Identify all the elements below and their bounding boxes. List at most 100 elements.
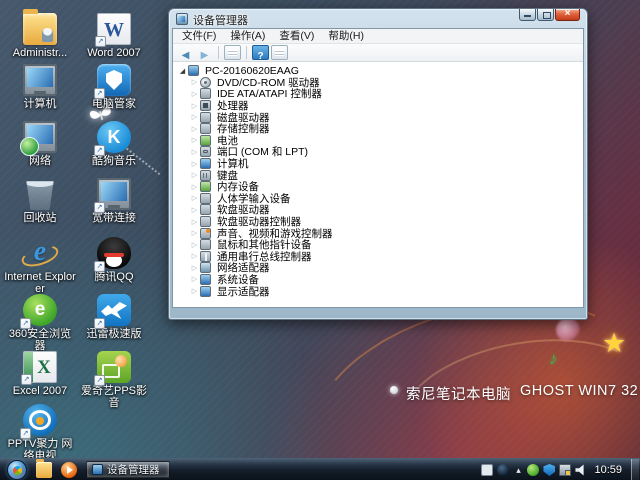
tree-item[interactable]: 显示适配器 — [177, 285, 583, 298]
desktop-icon-word-2007[interactable]: Word 2007 — [78, 13, 150, 59]
expander-icon[interactable] — [189, 171, 200, 179]
start-button[interactable] — [7, 460, 27, 480]
expander-open-icon[interactable] — [177, 67, 188, 75]
show-desktop-button[interactable] — [631, 459, 639, 480]
taskbar-tasks: 设备管理器 — [86, 461, 170, 478]
expander-icon[interactable] — [189, 136, 200, 144]
expander-icon[interactable] — [189, 194, 200, 202]
desktop-icon-kugou-music[interactable]: 酷狗音乐 — [78, 121, 150, 167]
clock[interactable]: 10:59 — [594, 464, 622, 476]
mouse-icon — [200, 239, 211, 251]
hidden-icons-icon[interactable] — [513, 464, 523, 476]
minimize-button[interactable] — [519, 9, 536, 21]
ime-icon[interactable] — [481, 464, 494, 476]
disk-drive-icon — [200, 111, 211, 123]
desktop-icon-recycle-bin[interactable]: 回收站 — [4, 178, 76, 224]
device-manager-window: 设备管理器 文件(F)操作(A)查看(V)帮助(H) PC-20160620EA… — [168, 8, 588, 320]
qq-tray-icon[interactable] — [497, 464, 510, 476]
properties-icon[interactable] — [271, 45, 288, 60]
close-button[interactable] — [555, 8, 580, 21]
recycle-bin-icon — [26, 181, 54, 210]
safe360-tray-icon[interactable] — [527, 464, 540, 476]
shortcut-arrow-icon — [95, 36, 106, 47]
back-icon[interactable] — [177, 45, 194, 60]
safe-browser-360-icon — [20, 294, 57, 329]
menu-bar: 文件(F) 操作(A) 查看(V) 帮助(H) — [173, 29, 583, 44]
shortcut-arrow-icon — [94, 261, 105, 272]
desktop-icon-pps-video[interactable]: 爱奇艺PPS影音 — [78, 351, 150, 409]
desktop-icon-label: 酷狗音乐 — [92, 155, 136, 167]
music-note-icon — [549, 349, 558, 369]
forward-icon[interactable] — [196, 45, 213, 60]
device-tree: PC-20160620EAAGDVD/CD-ROM 驱动器IDE ATA/ATA… — [173, 62, 583, 307]
desktop[interactable]: 索尼笔记本电脑 GHOST WIN7 32 Administr... Word 2… — [0, 0, 640, 480]
tree-item-label: 显示适配器 — [217, 285, 270, 298]
shortcut-arrow-icon — [94, 375, 105, 386]
quick-launch — [36, 459, 77, 478]
desktop-icon-administrator-folder[interactable]: Administr... — [4, 9, 76, 59]
expander-icon[interactable] — [189, 206, 200, 214]
expander-icon[interactable] — [189, 90, 200, 98]
maximize-button[interactable] — [537, 9, 554, 21]
desktop-icon-label: Excel 2007 — [12, 385, 68, 397]
pcmanager-tray-icon[interactable] — [543, 464, 556, 476]
expander-icon[interactable] — [189, 252, 200, 260]
pink-moon — [556, 318, 580, 342]
help-icon[interactable] — [252, 45, 269, 60]
network-tray-icon[interactable] — [559, 464, 572, 476]
desktop-icon-broadband[interactable]: 宽带连接 — [78, 178, 150, 224]
console-tree-icon[interactable] — [224, 45, 241, 60]
expander-icon[interactable] — [189, 183, 200, 191]
expander-icon[interactable] — [189, 160, 200, 168]
media-player-icon[interactable] — [61, 462, 77, 478]
desktop-icon-pptv[interactable]: PPTV聚力 网络电视 — [4, 404, 76, 462]
desktop-icon-label: 爱奇艺PPS影音 — [80, 385, 147, 409]
menu-help[interactable]: 帮助(H) — [321, 29, 371, 43]
expander-icon[interactable] — [189, 287, 200, 295]
desktop-icon-thunder[interactable]: 迅雷极速版 — [78, 294, 150, 340]
tray-icons — [481, 464, 587, 476]
excel-2007-icon — [21, 351, 57, 385]
desktop-icon-internet-explorer[interactable]: Internet Explorer — [4, 237, 76, 295]
desktop-icon-excel-2007[interactable]: Excel 2007 — [4, 351, 76, 397]
device-manager-icon — [176, 13, 188, 25]
expander-icon[interactable] — [189, 229, 200, 237]
expander-icon[interactable] — [189, 148, 200, 156]
title-bar[interactable]: 设备管理器 — [169, 8, 587, 28]
expander-icon[interactable] — [189, 241, 200, 249]
expander-icon[interactable] — [189, 125, 200, 133]
taskbar-task-device-manager[interactable]: 设备管理器 — [86, 461, 170, 478]
desktop-icon-label: Word 2007 — [87, 47, 141, 59]
desktop-icon-network-places[interactable]: 网络 — [4, 121, 76, 167]
system-tray: 10:59 — [481, 459, 640, 480]
watermark-edition: GHOST WIN7 32 — [520, 383, 639, 399]
expander-icon[interactable] — [189, 113, 200, 121]
expander-icon[interactable] — [189, 102, 200, 110]
expander-icon[interactable] — [189, 275, 200, 283]
window-client-area: 文件(F)操作(A)查看(V)帮助(H) PC-20160620EAAGDVD/… — [172, 28, 584, 308]
volume-icon[interactable] — [575, 464, 584, 476]
desktop-icon-my-computer[interactable]: 计算机 — [4, 64, 76, 110]
desktop-icon-label: 网络 — [29, 155, 51, 167]
kugou-music-icon — [94, 121, 131, 156]
desktop-icon-safe-browser-360[interactable]: 360安全浏览器 — [4, 294, 76, 352]
shortcut-arrow-icon — [21, 374, 32, 385]
menu-action[interactable]: 操作(A) — [223, 29, 272, 43]
expander-icon[interactable] — [189, 78, 200, 86]
expander-icon[interactable] — [189, 218, 200, 226]
ports-icon — [200, 146, 211, 158]
explorer-icon[interactable] — [36, 459, 52, 478]
toolbar-separator — [218, 46, 219, 59]
administrator-folder-icon — [23, 9, 57, 45]
network-adapter-icon — [200, 262, 211, 274]
menu-file[interactable]: 文件(F) — [175, 29, 223, 43]
expander-icon[interactable] — [189, 264, 200, 272]
shortcut-arrow-icon — [20, 428, 31, 439]
menu-view[interactable]: 查看(V) — [272, 29, 321, 43]
desktop-icon-label: 腾讯QQ — [94, 271, 134, 283]
desktop-icon-qq[interactable]: 腾讯QQ — [78, 237, 150, 283]
shortcut-arrow-icon — [94, 202, 105, 213]
sound-icon — [200, 227, 211, 239]
desktop-icon-label: 宽带连接 — [92, 212, 136, 224]
desktop-icon-pc-manager[interactable]: 电脑管家 — [78, 64, 150, 110]
